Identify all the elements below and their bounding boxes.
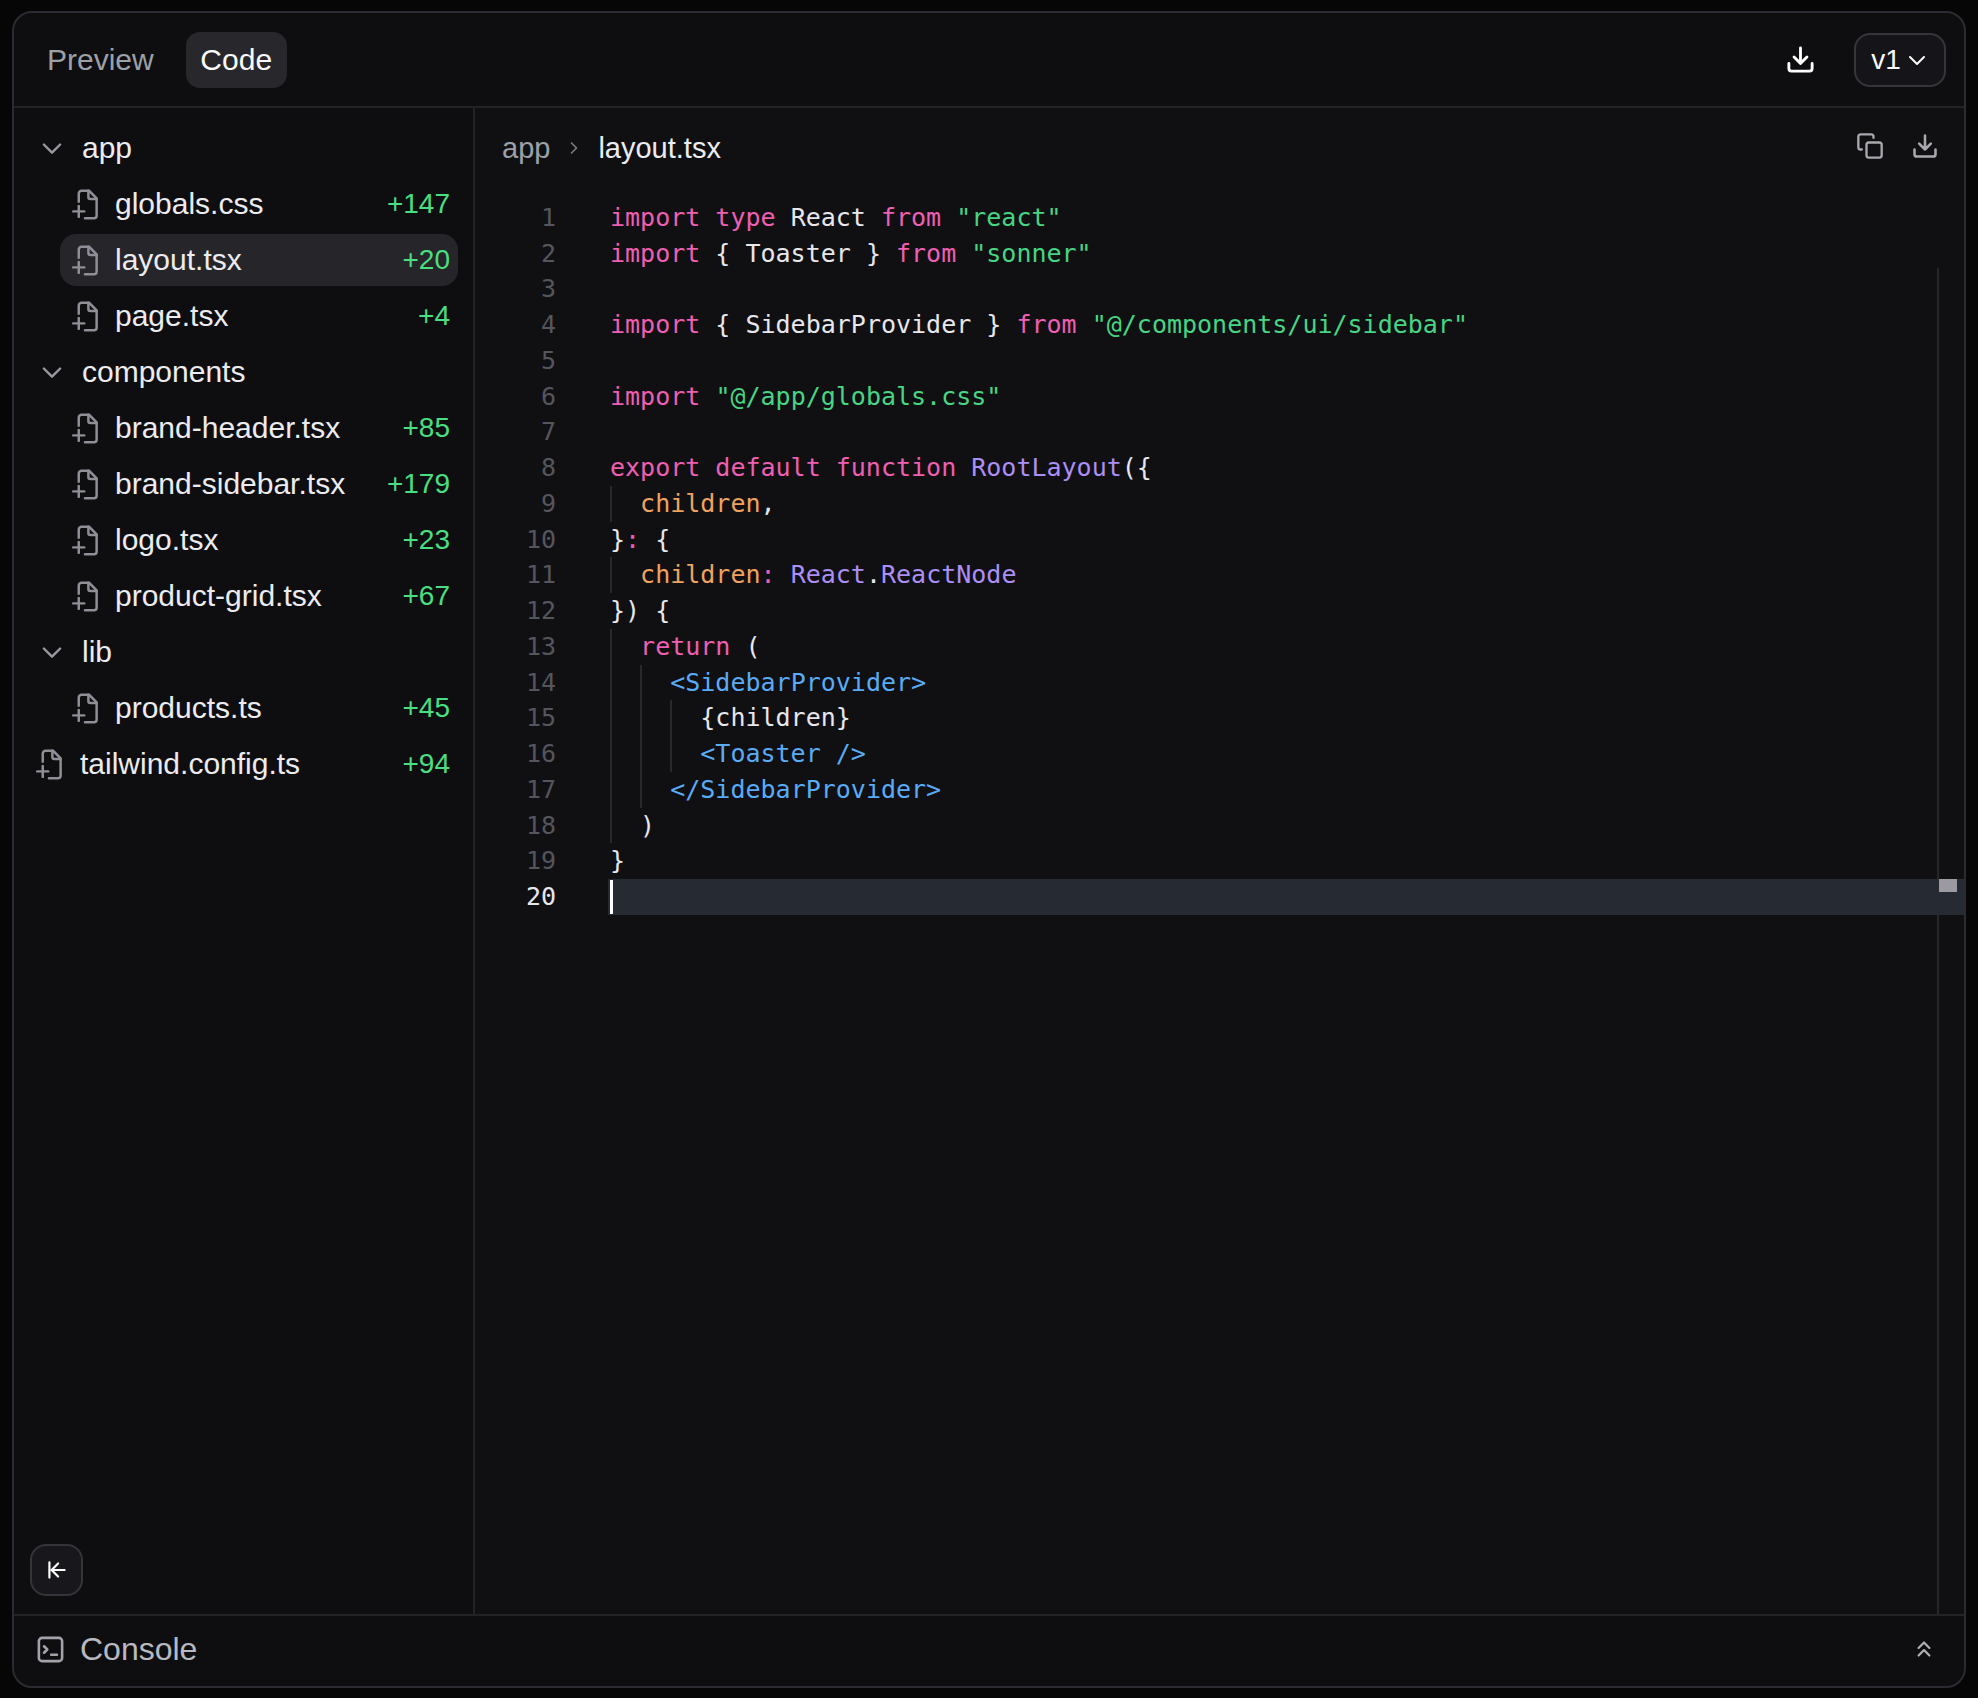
code-line-3: 3 — [475, 271, 1964, 307]
diff-count: +179 — [387, 468, 450, 500]
arrow-left-to-line-icon — [44, 1557, 70, 1583]
code-line-14: 14 <SidebarProvider> — [475, 665, 1964, 701]
file-label: layout.tsx — [115, 243, 242, 277]
diff-count: +45 — [403, 692, 451, 724]
code-line-15: 15 {children} — [475, 700, 1964, 736]
code-line-18: 18 ) — [475, 808, 1964, 844]
file-label: brand-sidebar.tsx — [115, 467, 345, 501]
code-line-19: 19} — [475, 843, 1964, 879]
chevron-down-icon — [38, 638, 66, 666]
tree-file-tailwind.config.ts[interactable]: tailwind.config.ts +94 — [30, 738, 458, 790]
code-line-2: 2import { Toaster } from "sonner" — [475, 236, 1964, 272]
download-code-button[interactable] — [1911, 132, 1939, 164]
code-line-13: 13 return ( — [475, 629, 1964, 665]
code-pane: app layout.tsx 1import type React from "… — [475, 108, 1964, 1614]
version-label: v1 — [1871, 44, 1901, 76]
breadcrumb: app layout.tsx — [475, 108, 1964, 188]
code-editor[interactable]: 1import type React from "react"2import {… — [475, 188, 1964, 1614]
code-line-8: 8export default function RootLayout({ — [475, 450, 1964, 486]
file-label: product-grid.tsx — [115, 579, 322, 613]
collapse-sidebar-button[interactable] — [30, 1544, 83, 1596]
file-plus-icon — [70, 692, 104, 725]
version-dropdown[interactable]: v1 — [1854, 33, 1946, 87]
file-label: lib — [82, 635, 112, 669]
breadcrumb-file: layout.tsx — [598, 132, 721, 165]
diff-count: +94 — [403, 748, 451, 780]
diff-count: +147 — [387, 188, 450, 220]
chevrons-up-icon[interactable] — [1911, 1636, 1937, 1662]
code-line-4: 4import { SidebarProvider } from "@/comp… — [475, 307, 1964, 343]
file-plus-icon — [70, 412, 104, 445]
tree-folder-components[interactable]: components — [30, 346, 458, 398]
diff-count: +20 — [403, 244, 451, 276]
code-line-16: 16 <Toaster /> — [475, 736, 1964, 772]
file-tree-sidebar: app globals.css +147 layout.tsx +20 page.tsx +… — [14, 108, 475, 1614]
diff-count: +85 — [403, 412, 451, 444]
file-plus-icon — [70, 580, 104, 613]
chevron-right-icon — [564, 138, 584, 158]
file-label: brand-header.tsx — [115, 411, 340, 445]
code-line-5: 5 — [475, 343, 1964, 379]
tree-file-brand-sidebar.tsx[interactable]: brand-sidebar.tsx +179 — [60, 458, 458, 510]
file-label: app — [82, 131, 132, 165]
code-line-11: 11 children: React.ReactNode — [475, 557, 1964, 593]
file-label: tailwind.config.ts — [80, 747, 300, 781]
download-button[interactable] — [1785, 44, 1816, 75]
file-plus-icon — [70, 244, 104, 277]
code-line-12: 12}) { — [475, 593, 1964, 629]
tab-preview[interactable]: Preview — [47, 43, 154, 77]
code-line-20: 20 — [475, 879, 1964, 915]
code-line-7: 7 — [475, 414, 1964, 450]
tree-folder-app[interactable]: app — [30, 122, 458, 174]
copy-code-button[interactable] — [1856, 132, 1884, 164]
console-label: Console — [80, 1631, 197, 1668]
tab-code[interactable]: Code — [186, 32, 287, 88]
tree-folder-lib[interactable]: lib — [30, 626, 458, 678]
tree-file-globals.css[interactable]: globals.css +147 — [60, 178, 458, 230]
console-bar[interactable]: Console — [14, 1614, 1964, 1682]
tree-file-page.tsx[interactable]: page.tsx +4 — [60, 290, 458, 342]
code-line-17: 17 </SidebarProvider> — [475, 772, 1964, 808]
scrollbar-thumb[interactable] — [1939, 879, 1957, 892]
file-label: globals.css — [115, 187, 263, 221]
code-line-6: 6import "@/app/globals.css" — [475, 379, 1964, 415]
breadcrumb-dir: app — [502, 132, 550, 165]
terminal-icon — [35, 1634, 66, 1665]
file-plus-icon — [70, 524, 104, 557]
diff-count: +23 — [403, 524, 451, 556]
chevron-down-icon — [38, 134, 66, 162]
code-line-10: 10}: { — [475, 522, 1964, 558]
file-plus-icon — [70, 300, 104, 333]
code-line-1: 1import type React from "react" — [475, 200, 1964, 236]
file-label: logo.tsx — [115, 523, 218, 557]
file-plus-icon — [34, 748, 68, 781]
tree-file-product-grid.tsx[interactable]: product-grid.tsx +67 — [60, 570, 458, 622]
file-plus-icon — [70, 188, 104, 221]
file-label: page.tsx — [115, 299, 228, 333]
tree-file-logo.tsx[interactable]: logo.tsx +23 — [60, 514, 458, 566]
tree-file-layout.tsx[interactable]: layout.tsx +20 — [60, 234, 458, 286]
chevron-down-icon — [38, 358, 66, 386]
toolbar: Preview Code v1 — [14, 13, 1964, 108]
tree-file-products.ts[interactable]: products.ts +45 — [60, 682, 458, 734]
chevron-down-icon — [1905, 48, 1929, 72]
diff-count: +67 — [403, 580, 451, 612]
code-line-9: 9 children, — [475, 486, 1964, 522]
file-label: products.ts — [115, 691, 262, 725]
file-plus-icon — [70, 468, 104, 501]
text-cursor — [610, 880, 613, 915]
diff-count: +4 — [418, 300, 450, 332]
code-view-panel: Preview Code v1 app globals.css +147 layout… — [12, 11, 1966, 1688]
tree-file-brand-header.tsx[interactable]: brand-header.tsx +85 — [60, 402, 458, 454]
file-label: components — [82, 355, 245, 389]
